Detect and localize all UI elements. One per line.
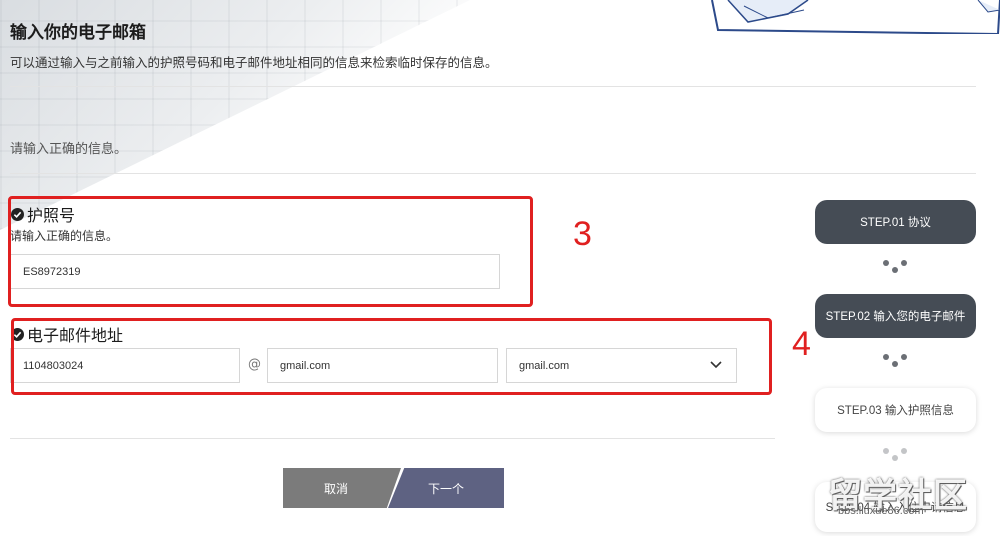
passport-input[interactable] bbox=[10, 254, 500, 289]
at-sign: @ bbox=[248, 357, 261, 372]
chevron-down-icon bbox=[710, 361, 722, 369]
page-title: 输入你的电子邮箱 bbox=[10, 23, 146, 43]
email-domain-value[interactable] bbox=[280, 359, 497, 372]
email-local-value[interactable] bbox=[23, 359, 239, 372]
divider bbox=[10, 86, 976, 87]
watermark-url: bbs.liuxue86.com bbox=[838, 505, 924, 517]
step-dots-icon bbox=[882, 258, 910, 278]
step-03: STEP.03 输入护照信息 bbox=[815, 388, 976, 432]
annotation-number-4: 4 bbox=[792, 325, 811, 363]
email-domain-input[interactable] bbox=[267, 348, 498, 383]
email-label-text: 电子邮件地址 bbox=[27, 326, 124, 345]
next-button[interactable]: 下一个 bbox=[388, 468, 504, 508]
passport-input-value[interactable] bbox=[23, 265, 499, 278]
page-description: 可以通过输入与之前输入的护照号码和电子邮件地址相同的信息来检索临时保存的信息。 bbox=[10, 55, 498, 70]
annotation-box-passport bbox=[8, 196, 533, 307]
passport-label: 护照号 bbox=[11, 202, 75, 226]
email-label: 电子邮件地址 bbox=[11, 322, 123, 346]
step-01: STEP.01 协议 bbox=[815, 200, 976, 244]
passport-label-text: 护照号 bbox=[27, 206, 76, 225]
step-dots-icon bbox=[882, 352, 910, 372]
divider bbox=[10, 438, 775, 439]
step-dots-icon bbox=[882, 446, 910, 466]
cancel-button[interactable]: 取消 bbox=[283, 468, 401, 508]
email-domain-select[interactable]: gmail.com bbox=[506, 348, 737, 383]
check-circle-icon bbox=[11, 207, 24, 221]
check-circle-icon bbox=[11, 327, 24, 341]
form-hint: 请输入正确的信息。 bbox=[10, 142, 128, 157]
passport-hint: 请输入正确的信息。 bbox=[10, 229, 119, 243]
annotation-number-3: 3 bbox=[573, 215, 592, 253]
divider bbox=[10, 173, 976, 174]
step-02: STEP.02 输入您的电子邮件 bbox=[815, 294, 976, 338]
email-local-input[interactable] bbox=[10, 348, 240, 383]
header-illustration bbox=[711, 0, 1000, 34]
email-domain-select-value: gmail.com bbox=[519, 359, 570, 372]
